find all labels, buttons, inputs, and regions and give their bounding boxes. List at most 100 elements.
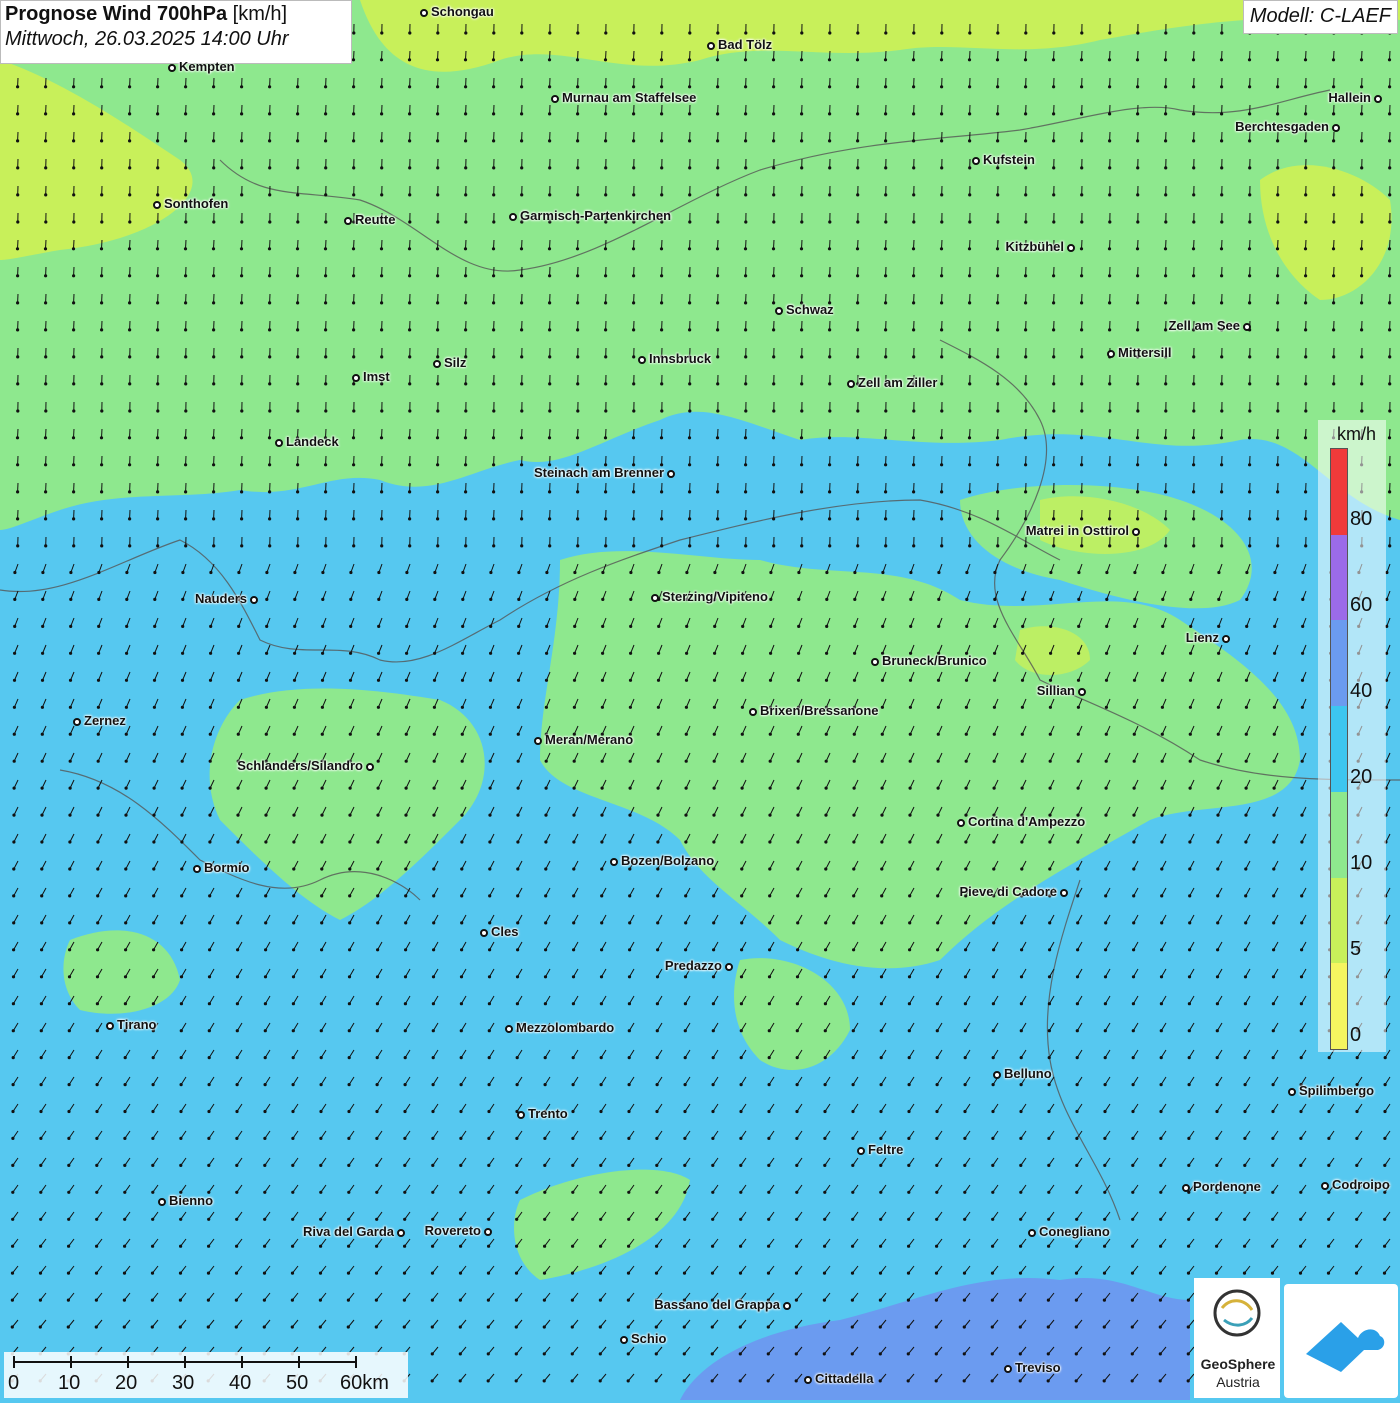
wind-arrow-head: [1108, 112, 1111, 115]
wind-arrow-head: [488, 1083, 491, 1086]
wind-arrow-head: [656, 1056, 659, 1059]
wind-arrow-head: [95, 1164, 98, 1167]
wind-arrow-head: [67, 1110, 70, 1113]
wind-arrow-head: [716, 517, 719, 520]
wind-arrow-head: [1104, 1002, 1107, 1005]
wind-arrow-head: [1243, 1164, 1246, 1167]
wind-arrow-head: [128, 274, 131, 277]
wind-arrow-head: [741, 625, 744, 628]
wind-arrow-head: [1304, 274, 1307, 277]
wind-arrow-head: [768, 814, 771, 817]
wind-arrow-head: [852, 814, 855, 817]
wind-arrow-head: [576, 166, 579, 169]
wind-arrow-head: [739, 1245, 742, 1248]
wind-arrow-head: [123, 1191, 126, 1194]
wind-arrow-head: [909, 625, 912, 628]
wind-arrow-head: [1136, 112, 1139, 115]
wind-arrow-head: [515, 1352, 518, 1355]
wind-arrow-head: [572, 814, 575, 817]
wind-arrow-head: [1273, 679, 1276, 682]
wind-arrow-head: [1388, 463, 1391, 466]
wind-arrow-head: [321, 679, 324, 682]
wind-arrow-head: [543, 1218, 546, 1221]
wind-arrow-head: [1355, 1110, 1358, 1113]
wind-arrow-head: [1248, 517, 1251, 520]
wind-arrow-head: [884, 517, 887, 520]
wind-arrow-head: [936, 814, 939, 817]
wind-arrow-head: [907, 1325, 910, 1328]
wind-arrow-head: [68, 1056, 71, 1059]
wind-arrow-head: [1220, 31, 1223, 34]
wind-arrow-head: [884, 85, 887, 88]
wind-arrow-head: [1105, 571, 1108, 574]
wind-arrow-head: [996, 31, 999, 34]
wind-arrow-head: [1104, 975, 1107, 978]
wind-arrow-head: [1332, 247, 1335, 250]
wind-arrow-head: [237, 625, 240, 628]
wind-arrow-head: [825, 679, 828, 682]
wind-arrow-head: [1248, 463, 1251, 466]
wind-arrow-head: [320, 894, 323, 897]
wind-arrow-head: [824, 894, 827, 897]
wind-arrow-head: [657, 625, 660, 628]
wind-arrow-head: [324, 490, 327, 493]
wind-arrow-head: [655, 1191, 658, 1194]
wind-arrow-head: [744, 301, 747, 304]
wind-arrow-head: [1164, 31, 1167, 34]
wind-arrow-head: [963, 1137, 966, 1140]
wind-arrow-head: [212, 490, 215, 493]
wind-arrow-head: [852, 948, 855, 951]
wind-arrow-head: [40, 814, 43, 817]
wind-arrow-head: [823, 1272, 826, 1275]
wind-arrow-head: [128, 220, 131, 223]
wind-arrow-head: [683, 1245, 686, 1248]
wind-arrow-head: [1299, 1137, 1302, 1140]
wind-arrow-head: [545, 787, 548, 790]
wind-arrow-head: [856, 112, 859, 115]
wind-arrow-head: [376, 1029, 379, 1032]
wind-arrow-head: [912, 328, 915, 331]
wind-arrow-head: [404, 1029, 407, 1032]
wind-arrow-head: [996, 220, 999, 223]
wind-arrow-head: [881, 760, 884, 763]
wind-arrow-head: [209, 652, 212, 655]
wind-arrow-head: [1048, 1029, 1051, 1032]
wind-arrow-head: [95, 1245, 98, 1248]
wind-arrow-head: [492, 220, 495, 223]
wind-arrow-head: [1136, 490, 1139, 493]
wind-arrow-head: [1299, 1218, 1302, 1221]
wind-arrow-head: [881, 679, 884, 682]
wind-arrow-head: [516, 1002, 519, 1005]
wind-arrow-head: [1220, 166, 1223, 169]
wind-arrow-head: [156, 490, 159, 493]
wind-arrow-head: [1217, 598, 1220, 601]
wind-arrow-head: [964, 921, 967, 924]
wind-arrow-head: [265, 787, 268, 790]
wind-arrow-head: [404, 814, 407, 817]
wind-arrow-head: [716, 85, 719, 88]
wind-arrow-head: [156, 139, 159, 142]
wind-arrow-head: [236, 948, 239, 951]
wind-arrow-head: [1021, 787, 1024, 790]
wind-arrow-head: [436, 31, 439, 34]
wind-arrow-head: [1216, 1029, 1219, 1032]
wind-arrow-head: [240, 436, 243, 439]
wind-arrow-head: [544, 921, 547, 924]
wind-arrow-head: [13, 598, 16, 601]
wind-arrow-head: [908, 814, 911, 817]
wind-arrow-head: [824, 1056, 827, 1059]
wind-arrow-head: [264, 921, 267, 924]
wind-arrow-head: [795, 1110, 798, 1113]
wind-arrow-head: [965, 706, 968, 709]
wind-arrow-head: [1024, 328, 1027, 331]
wind-arrow-head: [739, 1352, 742, 1355]
wind-arrow-head: [44, 301, 47, 304]
wind-arrow-head: [1388, 382, 1391, 385]
wind-arrow-head: [1161, 733, 1164, 736]
wind-arrow-head: [292, 948, 295, 951]
wind-arrow-head: [576, 274, 579, 277]
wind-arrow-head: [1052, 31, 1055, 34]
wind-arrow-head: [12, 1083, 15, 1086]
wind-arrow-head: [683, 1352, 686, 1355]
wind-arrow-head: [380, 544, 383, 547]
